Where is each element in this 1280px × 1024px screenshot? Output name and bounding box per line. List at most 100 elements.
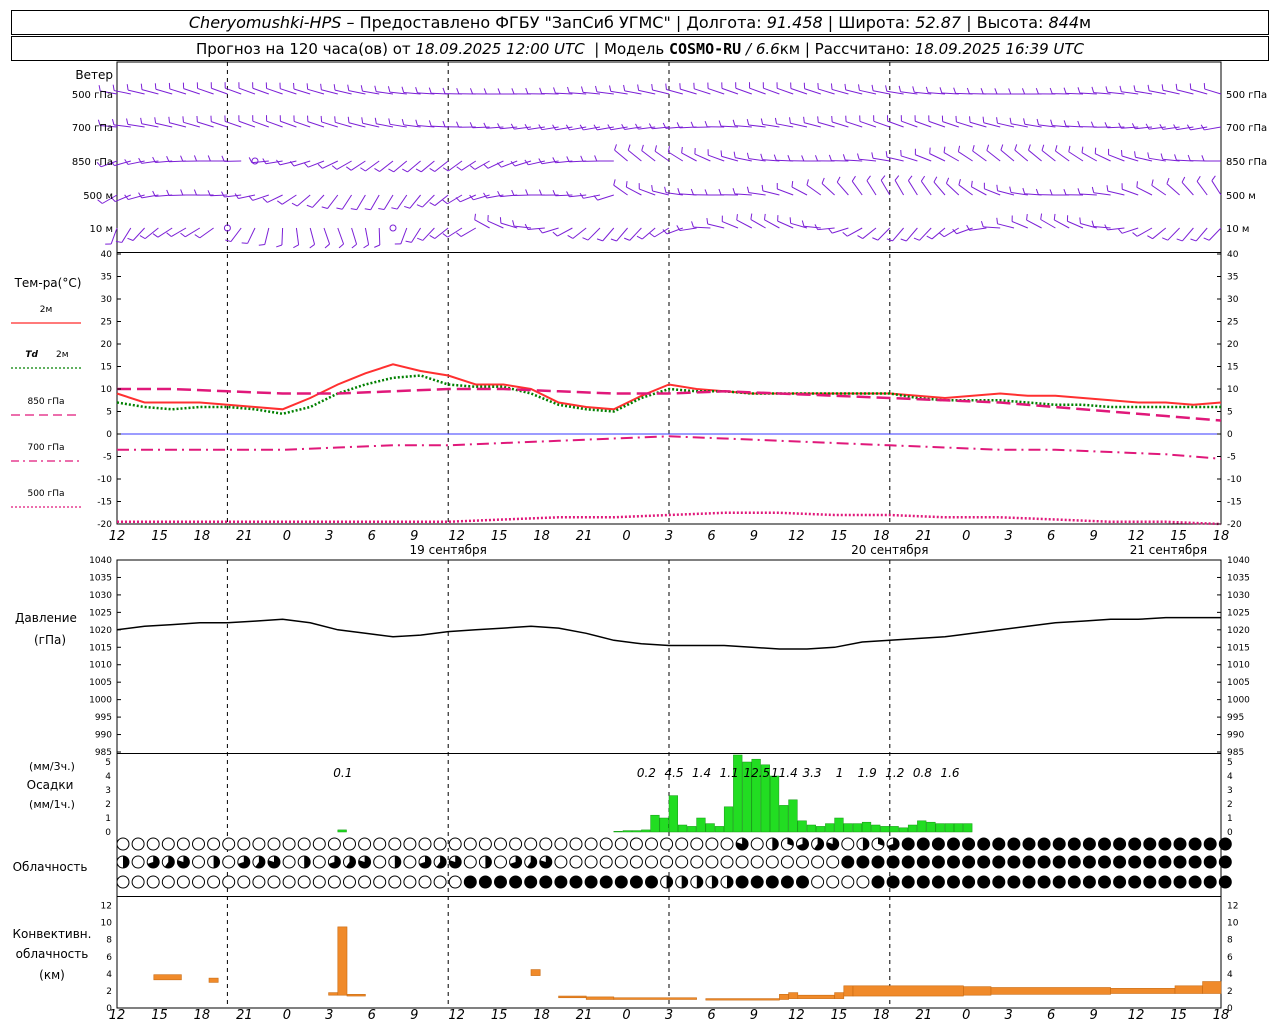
wind-barb bbox=[307, 160, 325, 168]
cloud-cover-circle bbox=[312, 837, 326, 851]
wind-barb bbox=[1041, 150, 1056, 162]
cloud-cover-fill bbox=[666, 876, 673, 888]
wind-barb bbox=[1196, 181, 1208, 196]
conv-tick-label: 12 bbox=[101, 902, 112, 912]
wind-barb bbox=[666, 89, 683, 95]
conv-tick-label-right: 2 bbox=[1227, 987, 1233, 997]
wind-barb-feather bbox=[925, 86, 929, 93]
wind-barb bbox=[121, 227, 132, 243]
precip-tick-label-right: 3 bbox=[1227, 786, 1233, 796]
wind-barb bbox=[654, 150, 670, 162]
pressure-tick-label: 1005 bbox=[89, 678, 112, 688]
wind-barb-feather bbox=[621, 124, 626, 130]
wind-barb-feather bbox=[442, 233, 448, 238]
conv-unit: (км) bbox=[39, 968, 65, 982]
conv-tick-label: 8 bbox=[106, 936, 112, 946]
precip-bar bbox=[843, 823, 853, 833]
hour-tick-label: 6 bbox=[1047, 529, 1055, 544]
wind-barb-feather bbox=[1131, 123, 1136, 129]
temp-tick-label: -15 bbox=[97, 498, 112, 508]
wind-barb-feather bbox=[442, 199, 448, 205]
wind-barb-feather bbox=[401, 86, 405, 93]
wind-barb-feather bbox=[1132, 232, 1138, 237]
wind-barb-feather bbox=[552, 231, 558, 237]
wind-barb-feather bbox=[1041, 144, 1045, 151]
cloud-cover-circle bbox=[856, 855, 870, 869]
wind-barb-feather bbox=[442, 167, 449, 172]
cloud-cover-circle bbox=[569, 837, 583, 851]
wind-barb-feather bbox=[857, 235, 863, 240]
wind-barb bbox=[280, 120, 297, 128]
wind-barb-feather bbox=[1035, 88, 1039, 95]
hour-tick-label: 12 bbox=[788, 529, 805, 544]
wind-barb-feather bbox=[180, 232, 186, 238]
conv-cloud-bar bbox=[834, 992, 845, 999]
cloud-cover-circle bbox=[403, 875, 417, 889]
wind-barb bbox=[132, 227, 145, 241]
wind-barb-feather bbox=[1014, 144, 1018, 151]
wind-barb bbox=[972, 150, 987, 162]
wind-barb bbox=[293, 120, 311, 128]
wind-barb bbox=[411, 227, 422, 243]
cloud-cover-circle bbox=[1218, 855, 1232, 869]
wind-barb-feather bbox=[623, 84, 626, 91]
hour-tick-label: 18 bbox=[533, 529, 550, 544]
wind-barb-feather bbox=[900, 238, 907, 242]
wind-barb bbox=[790, 222, 808, 229]
wind-barb-feather bbox=[791, 180, 794, 188]
cloud-cover-circle bbox=[796, 855, 809, 869]
cloud-cover-circle bbox=[675, 837, 689, 851]
cloud-cover-circle bbox=[992, 837, 1006, 851]
wind-barb-feather bbox=[338, 243, 344, 249]
wind-barb-feather bbox=[193, 155, 198, 162]
precip-bar bbox=[917, 820, 927, 833]
precip-bar bbox=[944, 823, 954, 833]
wind-barb-feather bbox=[996, 117, 998, 124]
wind-barb-feather bbox=[664, 186, 667, 193]
wind-barb-feather bbox=[1008, 88, 1012, 95]
wind-barb bbox=[845, 121, 863, 128]
wind-barb-feather bbox=[566, 191, 570, 198]
wind-barb bbox=[654, 227, 670, 238]
conv-cloud-bar bbox=[1174, 985, 1203, 994]
wind-barb-feather bbox=[152, 233, 159, 238]
hour-tick-label: 21 bbox=[915, 529, 932, 544]
wind-barb bbox=[847, 227, 863, 237]
precip-bar bbox=[723, 806, 734, 833]
cloud-cover-circle bbox=[1037, 855, 1051, 869]
wind-barb-feather bbox=[567, 86, 570, 93]
wind-barb bbox=[557, 227, 573, 237]
hour-tick-label: 3 bbox=[325, 1008, 333, 1023]
pressure-tick-label-right: 990 bbox=[1227, 731, 1244, 741]
legend-label: 850 гПа bbox=[27, 397, 64, 407]
wind-barb-feather bbox=[334, 116, 336, 123]
wind-barb-feather bbox=[309, 244, 315, 249]
conv-cloud-bar bbox=[990, 987, 1111, 995]
wind-barb-feather bbox=[140, 83, 143, 90]
wind-barb-feather bbox=[972, 145, 975, 152]
cloud-cover-circle bbox=[192, 855, 205, 869]
hour-tick-label: 3 bbox=[1005, 1008, 1013, 1023]
wind-barb-feather bbox=[1023, 118, 1026, 125]
wind-barb-feather bbox=[1147, 235, 1153, 240]
temp-tick-label-right: 0 bbox=[1227, 430, 1233, 440]
wind-barb-feather bbox=[194, 234, 201, 239]
day-label: 20 сентября bbox=[851, 543, 928, 557]
cloud-cover-circle bbox=[1067, 837, 1081, 851]
wind-barb-feather bbox=[1181, 176, 1186, 183]
wind-barb bbox=[1181, 182, 1194, 196]
wind-barb-feather bbox=[746, 119, 750, 126]
cloud-cover-circle bbox=[1067, 855, 1081, 869]
wind-barb bbox=[821, 183, 835, 196]
wind-barb bbox=[312, 194, 325, 208]
wind-barb-feather bbox=[596, 238, 603, 242]
cloud-cover-circle bbox=[418, 837, 432, 851]
precip-tick-label: 2 bbox=[105, 800, 111, 810]
wind-barb-feather bbox=[844, 83, 847, 90]
wind-barb-feather bbox=[651, 184, 653, 192]
cloud-cover-circle bbox=[1218, 837, 1232, 851]
wind-barb bbox=[267, 194, 283, 203]
wind-barb-feather bbox=[428, 87, 432, 94]
wind-barb bbox=[806, 184, 822, 196]
wind-barb-feather bbox=[333, 84, 336, 91]
